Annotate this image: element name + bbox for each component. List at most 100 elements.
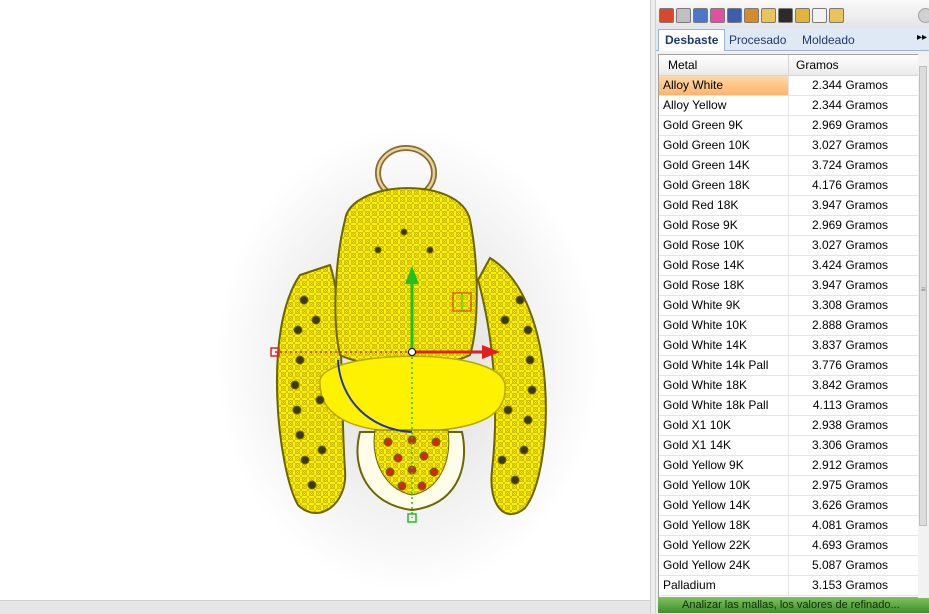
pencil-icon[interactable] (744, 8, 759, 23)
layers-icon[interactable] (676, 8, 691, 23)
metal-name-cell: Gold Yellow 10K (659, 476, 789, 495)
color-wheel-icon[interactable] (710, 8, 725, 23)
table-row[interactable]: Gold Green 14K 3.724 Gramos (659, 156, 918, 176)
weight-value-cell: 3.027 Gramos (811, 238, 888, 252)
table-row[interactable]: Gold White 18K 3.842 Gramos (659, 376, 918, 396)
metal-name-cell: Palladium (659, 576, 789, 595)
table-row[interactable]: Gold White 9K 3.308 Gramos (659, 296, 918, 316)
weight-value-cell: 4.113 Gramos (812, 398, 888, 412)
weight-value-cell: 4.081 Gramos (811, 518, 888, 532)
metal-name-cell: Gold White 10K (659, 316, 789, 335)
weight-value-cell: 2.975 Gramos (811, 478, 888, 492)
analyze-meshes-bar[interactable]: Analizar las mallas, los valores de refi… (658, 598, 929, 613)
weight-value-cell: 3.724 Gramos (811, 158, 888, 172)
metal-name-cell: Gold Rose 9K (659, 216, 789, 235)
metal-name-cell: Alloy Yellow (659, 96, 789, 115)
table-row[interactable]: Gold Yellow 9K 2.912 Gramos (659, 456, 918, 476)
weight-value-cell: 3.306 Gramos (811, 438, 888, 452)
table-scrollbar[interactable]: ≡ (918, 54, 928, 598)
table-row[interactable]: Palladium 3.153 Gramos (659, 576, 918, 596)
tabs-scroll-right-icon[interactable]: ▸▸ (917, 32, 927, 43)
weight-value-cell: 3.837 Gramos (811, 338, 888, 352)
panel-tabs: Desbaste Procesado Moldeado ▸▸ (656, 28, 929, 51)
table-row[interactable]: Gold White 18k Pall 4.113 Gramos (659, 396, 918, 416)
metal-name-cell: Gold Rose 18K (659, 276, 789, 295)
weight-value-cell: 3.424 Gramos (811, 258, 888, 272)
status-text: Analizar las mallas, los valores de refi… (682, 599, 900, 611)
display-icon[interactable] (693, 8, 708, 23)
weight-value-cell: 4.176 Gramos (811, 178, 888, 192)
table-row[interactable]: Gold Yellow 10K 2.975 Gramos (659, 476, 918, 496)
table-row[interactable]: Gold White 14K 3.837 Gramos (659, 336, 918, 356)
pendant-model-render[interactable] (0, 0, 650, 600)
column-header-metal[interactable]: Metal (659, 55, 789, 75)
weight-icon[interactable] (829, 8, 844, 23)
3d-viewport[interactable] (0, 0, 650, 600)
table-row[interactable]: Gold Green 18K 4.176 Gramos (659, 176, 918, 196)
weight-value-cell: 2.344 Gramos (811, 78, 888, 92)
clock-icon[interactable] (812, 8, 827, 23)
table-row[interactable]: Gold Red 18K 3.947 Gramos (659, 196, 918, 216)
weight-value-cell: 3.626 Gramos (811, 498, 888, 512)
weight-value-cell: 4.693 Gramos (811, 538, 888, 552)
metal-name-cell: Gold Yellow 9K (659, 456, 789, 475)
weight-value-cell: 3.842 Gramos (811, 378, 888, 392)
weight-value-cell: 3.947 Gramos (811, 198, 888, 212)
folder-icon[interactable] (761, 8, 776, 23)
weight-value-cell: 3.308 Gramos (811, 298, 888, 312)
table-row[interactable]: Gold White 10K 2.888 Gramos (659, 316, 918, 336)
panel-toolbar (656, 0, 929, 29)
table-row[interactable]: Alloy Yellow 2.344 Gramos (659, 96, 918, 116)
table-row[interactable]: Gold White 14k Pall 3.776 Gramos (659, 356, 918, 376)
tab-desbaste[interactable]: Desbaste (658, 29, 726, 51)
metal-name-cell: Gold Green 14K (659, 156, 789, 175)
table-row[interactable]: Gold Yellow 14K 3.626 Gramos (659, 496, 918, 516)
tab-procesado[interactable]: Procesado (723, 31, 792, 50)
metal-name-cell: Gold X1 14K (659, 436, 789, 455)
material-icon[interactable] (659, 8, 674, 23)
metal-name-cell: Alloy White (659, 76, 789, 95)
metal-name-cell: Gold X1 10K (659, 416, 789, 435)
scrollbar-thumb[interactable]: ≡ (919, 66, 927, 526)
table-row[interactable]: Alloy White 2.344 Gramos (659, 76, 918, 96)
weight-value-cell: 2.969 Gramos (811, 218, 888, 232)
metal-name-cell: Gold White 18K (659, 376, 789, 395)
metal-weight-table: Metal Gramos Alloy White 2.344 Gramos Allo… (658, 54, 919, 598)
table-row[interactable]: Gold Rose 14K 3.424 Gramos (659, 256, 918, 276)
properties-panel: Desbaste Procesado Moldeado ▸▸ Metal Gra… (656, 0, 929, 613)
metal-name-cell: Gold Green 10K (659, 136, 789, 155)
table-row[interactable]: Gold Yellow 22K 4.693 Gramos (659, 536, 918, 556)
table-header: Metal Gramos (659, 55, 918, 76)
weight-value-cell: 3.027 Gramos (811, 138, 888, 152)
gear-icon[interactable] (918, 8, 929, 23)
table-row[interactable]: Gold X1 10K 2.938 Gramos (659, 416, 918, 436)
table-row[interactable]: Gold Yellow 24K 5.087 Gramos (659, 556, 918, 576)
metal-name-cell: Gold Yellow 18K (659, 516, 789, 535)
table-row[interactable]: Gold X1 14K 3.306 Gramos (659, 436, 918, 456)
column-header-grams[interactable]: Gramos (789, 55, 918, 75)
table-row[interactable]: Gold Rose 10K 3.027 Gramos (659, 236, 918, 256)
sphere-icon[interactable] (727, 8, 742, 23)
weight-value-cell: 2.969 Gramos (811, 118, 888, 132)
viewport-status-strip (0, 600, 656, 614)
weight-value-cell: 2.912 Gramos (811, 458, 888, 472)
metal-name-cell: Gold White 18k Pall (659, 396, 789, 415)
table-row[interactable]: Gold Rose 9K 2.969 Gramos (659, 216, 918, 236)
gem-icon[interactable] (795, 8, 810, 23)
table-row[interactable]: Gold Green 10K 3.027 Gramos (659, 136, 918, 156)
table-body: Alloy White 2.344 Gramos Alloy Yellow 2.344… (659, 76, 918, 596)
table-row[interactable]: Gold Rose 18K 3.947 Gramos (659, 276, 918, 296)
metal-name-cell: Gold White 14k Pall (659, 356, 789, 375)
metal-name-cell: Gold Green 18K (659, 176, 789, 195)
weight-value-cell: 2.938 Gramos (811, 418, 888, 432)
metal-name-cell: Gold Yellow 24K (659, 556, 789, 575)
table-row[interactable]: Gold Yellow 18K 4.081 Gramos (659, 516, 918, 536)
weight-value-cell: 5.087 Gramos (811, 558, 888, 572)
scrollbar-grip-icon: ≡ (921, 285, 926, 294)
metal-name-cell: Gold Yellow 14K (659, 496, 789, 515)
rg-plugin-icon[interactable] (778, 8, 793, 23)
tab-moldeado[interactable]: Moldeado (796, 31, 861, 50)
metal-name-cell: Gold Red 18K (659, 196, 789, 215)
metal-name-cell: Gold Rose 10K (659, 236, 789, 255)
table-row[interactable]: Gold Green 9K 2.969 Gramos (659, 116, 918, 136)
